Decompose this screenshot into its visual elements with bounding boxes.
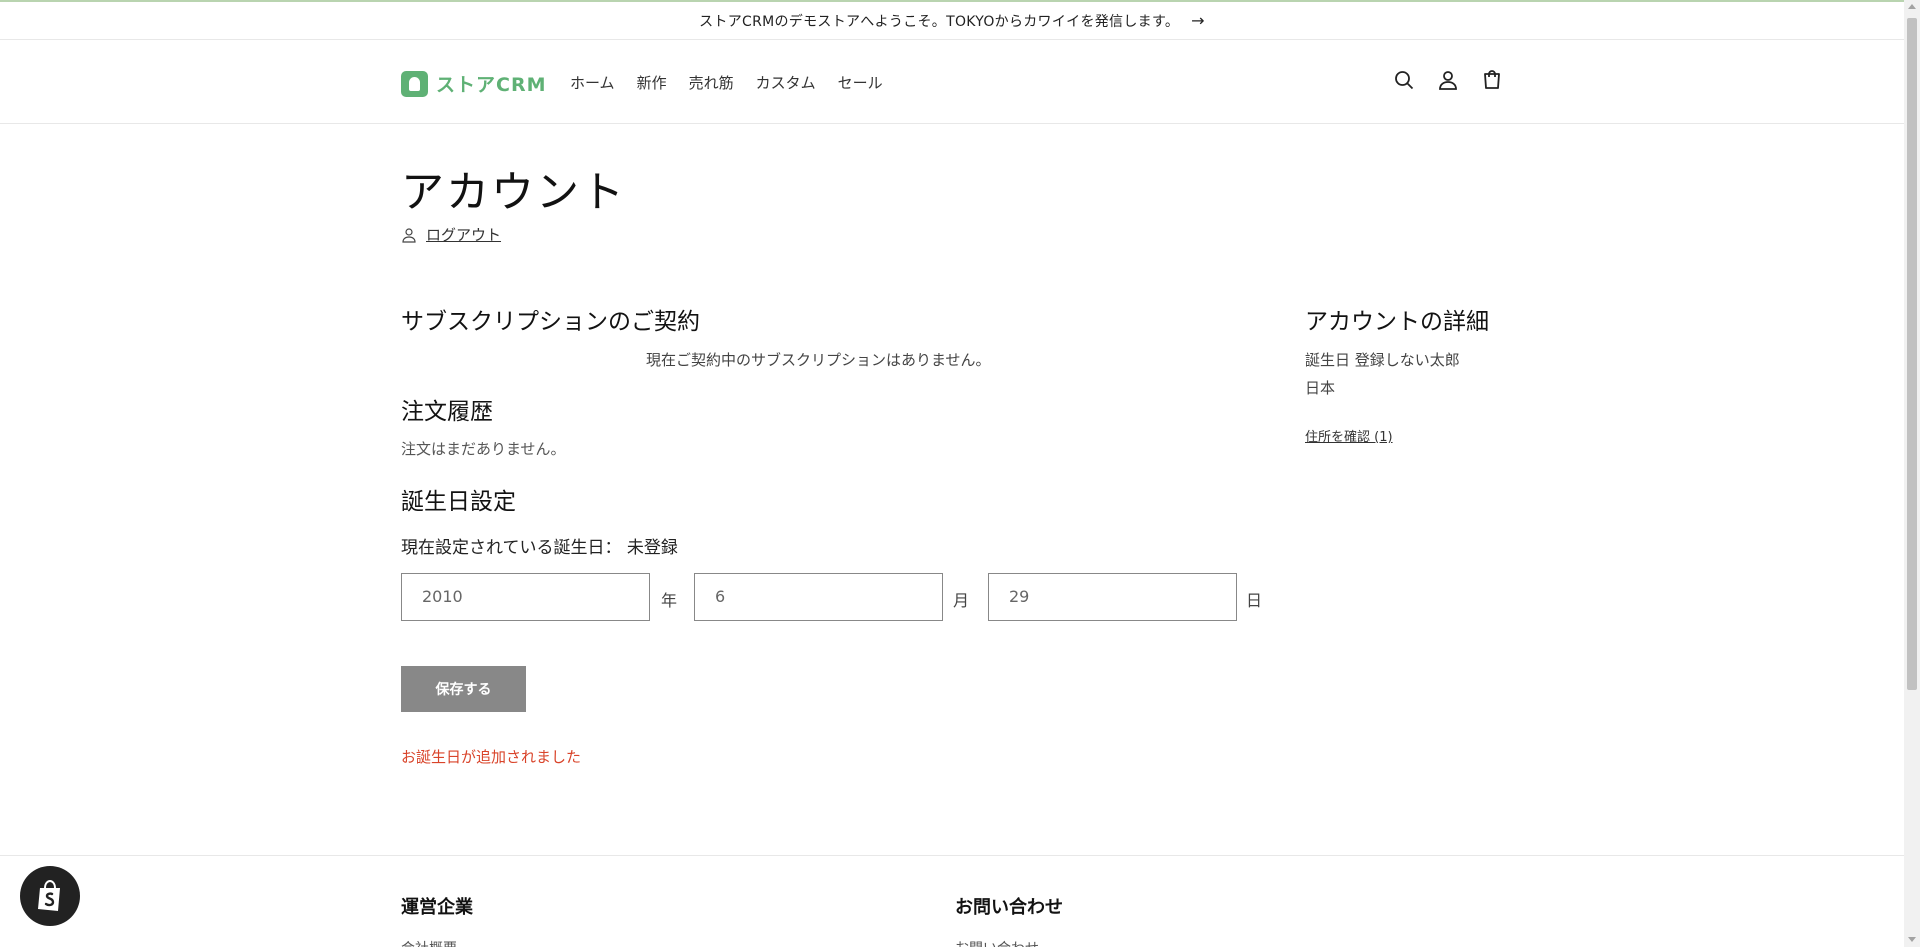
birthday-month-input[interactable]: 6 (694, 573, 943, 621)
nav-item-sale[interactable]: セール (838, 72, 883, 93)
logout-link[interactable]: ログアウト (401, 224, 501, 245)
user-icon (402, 227, 416, 243)
nav-item-new[interactable]: 新作 (637, 72, 667, 93)
account-country: 日本 (1305, 379, 1336, 397)
footer-divider (0, 855, 1904, 856)
month-unit-label: 月 (953, 591, 970, 610)
site-header: ストアCRM ホーム 新作 売れ筋 カスタム セール (0, 40, 1904, 124)
birthday-year-input[interactable]: 2010 (401, 573, 650, 621)
birthday-day-input[interactable]: 29 (988, 573, 1237, 621)
footer-contact-link[interactable]: お問い合わせ (955, 938, 1039, 947)
success-message: お誕生日が追加されました (401, 748, 582, 766)
save-button[interactable]: 保存する (401, 666, 526, 712)
footer-company-link[interactable]: 会社概要 (401, 938, 457, 947)
subscriptions-heading: サブスクリプションのご契約 (401, 309, 700, 335)
header-icons (1392, 68, 1504, 92)
footer-company-heading: 運営企業 (401, 897, 473, 918)
search-icon[interactable] (1392, 68, 1416, 92)
nav-item-bestsellers[interactable]: 売れ筋 (689, 72, 734, 93)
account-name: 誕生日 登録しない太郎 (1305, 351, 1460, 369)
account-details-heading: アカウントの詳細 (1305, 309, 1489, 335)
shopify-badge[interactable] (20, 866, 80, 926)
nav-item-custom[interactable]: カスタム (756, 72, 816, 93)
shopify-bag-icon (38, 879, 60, 911)
orders-heading: 注文履歴 (401, 399, 493, 425)
scroll-up-icon[interactable] (1908, 4, 1916, 9)
year-unit-label: 年 (661, 591, 678, 610)
ghost-logo-icon (401, 70, 428, 97)
arrow-right-icon[interactable]: → (1191, 11, 1205, 30)
scrollbar-thumb[interactable] (1907, 18, 1917, 690)
orders-empty-text: 注文はまだありません。 (401, 440, 566, 458)
birthday-current: 現在設定されている誕生日： 未登録 (401, 538, 678, 558)
announcement-bar[interactable]: ストアCRMのデモストアへようこそ。TOKYOからカワイイを発信します。 → (0, 2, 1904, 40)
nav-item-home[interactable]: ホーム (570, 72, 615, 93)
view-addresses-link[interactable]: 住所を確認 (1) (1305, 426, 1393, 445)
announcement-text: ストアCRMのデモストアへようこそ。TOKYOからカワイイを発信します。 (699, 13, 1180, 30)
logout-label: ログアウト (426, 226, 502, 244)
birthday-heading: 誕生日設定 (401, 489, 516, 515)
logo-text: ストアCRM (436, 74, 547, 96)
main-nav: ホーム 新作 売れ筋 カスタム セール (570, 72, 905, 93)
footer-contact-heading: お問い合わせ (955, 897, 1063, 918)
scroll-down-icon[interactable] (1908, 937, 1916, 942)
cart-icon[interactable] (1480, 68, 1504, 92)
subscriptions-empty-text: 現在ご契約中のサブスクリプションはありません。 (646, 351, 991, 369)
account-icon[interactable] (1436, 68, 1460, 92)
store-logo[interactable]: ストアCRM (401, 70, 546, 97)
page-title: アカウント (401, 168, 626, 218)
day-unit-label: 日 (1246, 591, 1263, 610)
